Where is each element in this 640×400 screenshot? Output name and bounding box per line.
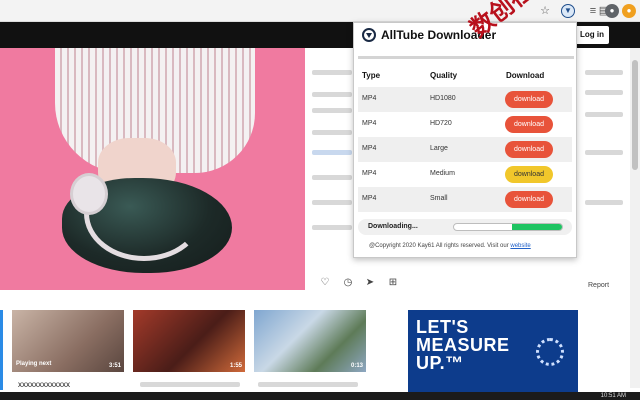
like-heart-icon[interactable]: ♡ (319, 277, 331, 289)
scrollbar-thumb[interactable] (632, 60, 638, 170)
row-type: MP4 (362, 145, 377, 152)
side-accent-bar (0, 310, 3, 390)
download-medium-button[interactable]: download (505, 166, 553, 183)
column-header-quality: Quality (430, 71, 458, 80)
copyright-text: @Copyright 2020 Kay61 All rights reserve… (369, 243, 511, 249)
login-button[interactable]: Log in (575, 26, 609, 44)
blurred-text (585, 112, 623, 117)
blurred-text (258, 382, 358, 387)
add-collection-icon[interactable]: ⊞ (387, 277, 399, 289)
blurred-text (312, 108, 352, 113)
blurred-text (585, 70, 623, 75)
row-type: MP4 (362, 195, 377, 202)
video-duration: 3:51 (108, 363, 121, 369)
website-link[interactable]: website (510, 243, 530, 249)
column-header-type: Type (362, 71, 381, 80)
download-progress: Downloading... (358, 219, 572, 235)
row-type: MP4 (362, 170, 377, 177)
blurred-text (585, 150, 623, 155)
progress-track (453, 223, 563, 231)
video-card-3[interactable]: 0:13 (254, 310, 366, 372)
download-hd720-button[interactable]: download (505, 116, 553, 133)
blurred-text (312, 175, 352, 180)
blurred-text (312, 130, 352, 135)
table-row: MP4 HD720 download (358, 112, 572, 137)
row-quality: Large (430, 145, 448, 152)
blurred-text (585, 90, 623, 95)
video-card-1[interactable]: Playing next 3:51 (12, 310, 124, 372)
profile-avatar-icon[interactable]: ● (605, 4, 619, 18)
blurred-text (312, 70, 352, 75)
popup-footer: @Copyright 2020 Kay61 All rights reserve… (369, 243, 531, 249)
progress-label: Downloading... (368, 223, 418, 230)
video-duration: 1:55 (229, 363, 242, 369)
table-row: MP4 Large download (358, 137, 572, 162)
alltube-extension-icon[interactable]: ▼ (561, 4, 575, 18)
blurred-text (312, 150, 352, 155)
watch-later-clock-icon[interactable]: ◷ (342, 277, 354, 289)
ad-banner[interactable]: LET'S MEASURE UP.™ (408, 310, 578, 400)
blurred-text (312, 92, 352, 97)
row-type: MP4 (362, 95, 377, 102)
popup-divider (358, 56, 574, 59)
blurred-text (585, 200, 623, 205)
playing-next-label: Playing next (16, 361, 52, 367)
download-hd1080-button[interactable]: download (505, 91, 553, 108)
ad-graphic-icon (536, 338, 564, 366)
video-player-hero[interactable] (0, 48, 305, 290)
alltube-popup: AllTube Downloader Type Quality Download… (353, 22, 577, 258)
blurred-text (140, 382, 240, 387)
os-taskbar: 10:51 AM (0, 392, 640, 400)
ad-headline: LET'S MEASURE UP.™ (416, 317, 510, 373)
table-row: MP4 Medium download (358, 162, 572, 187)
share-send-icon[interactable]: ➤ (364, 277, 376, 289)
alltube-logo-icon (362, 28, 376, 42)
row-quality: Small (430, 195, 448, 202)
video-card-title[interactable]: xxxxxxxxxxxxx (18, 380, 70, 389)
video-duration: 0:13 (350, 363, 363, 369)
blurred-text (312, 200, 352, 205)
bookmark-star-icon[interactable]: ☆ (538, 4, 552, 18)
report-link[interactable]: Report (588, 282, 609, 289)
update-badge-icon[interactable]: ● (622, 4, 636, 18)
progress-fill (512, 224, 562, 230)
row-quality: HD1080 (430, 95, 456, 102)
blurred-text (312, 225, 352, 230)
video-card-2[interactable]: 1:55 (133, 310, 245, 372)
table-row: MP4 Small download (358, 187, 572, 212)
taskbar-clock: 10:51 AM (600, 393, 626, 399)
headphone-icon (70, 173, 108, 215)
download-small-button[interactable]: download (505, 191, 553, 208)
table-row: MP4 HD1080 download (358, 87, 572, 112)
row-quality: Medium (430, 170, 455, 177)
row-quality: HD720 (430, 120, 452, 127)
download-large-button[interactable]: download (505, 141, 553, 158)
browser-toolbar: ☆ ▼ ≡ ▤ ● ● (0, 0, 640, 22)
row-type: MP4 (362, 120, 377, 127)
column-header-download: Download (506, 71, 545, 80)
